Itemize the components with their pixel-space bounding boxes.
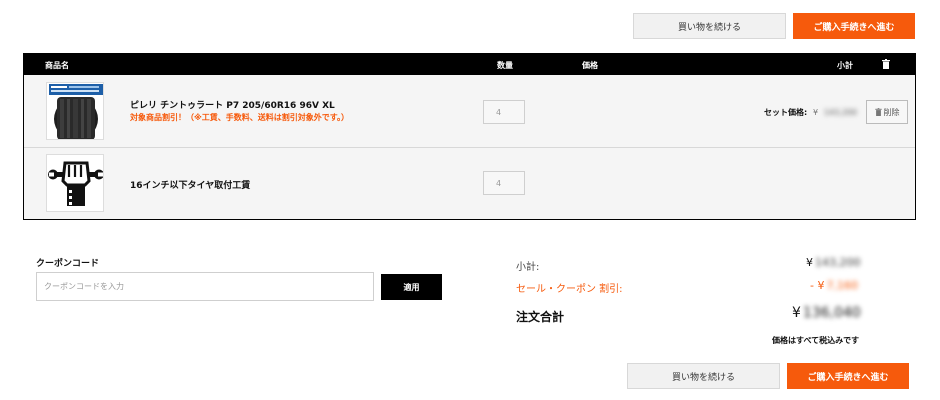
set-price-label: セット価格: <box>764 108 808 117</box>
discount-value: - ¥7,160 <box>810 279 858 292</box>
discount-amount: 7,160 <box>826 279 858 292</box>
cart-table-header: 商品名 数量 価格 小計 <box>24 54 915 75</box>
quantity-input[interactable]: 4 <box>483 100 525 124</box>
wrench-fist-icon <box>47 155 103 211</box>
discount-note: 対象商品割引！（※工賃、手数料、送料は割引対象外です。） <box>130 113 349 122</box>
subtotal-amount: 143,200 <box>815 256 861 269</box>
order-total-label: 注文合計 <box>516 310 565 324</box>
product-name[interactable]: ピレリ チントゥラート P7 205/60R16 96V XL <box>130 98 335 111</box>
delete-label: 削除 <box>883 107 900 117</box>
set-price: セット価格: ¥ 143,200 <box>764 107 857 118</box>
header-price: 価格 <box>582 61 598 70</box>
checkout-button-bottom[interactable]: ご購入手続きへ進む <box>787 363 909 389</box>
coupon-code-input[interactable] <box>36 272 374 301</box>
subtotal-label: 小計: <box>516 262 540 273</box>
continue-shopping-button-top[interactable]: 買い物を続ける <box>633 13 786 39</box>
product-name[interactable]: 16インチ以下タイヤ取付工賃 <box>130 178 250 191</box>
discount-label: セール・クーポン 割引: <box>516 284 623 295</box>
header-quantity: 数量 <box>497 61 513 70</box>
tire-product-image[interactable] <box>46 82 104 140</box>
tire-icon <box>47 83 103 139</box>
discount-currency: - ¥ <box>810 279 825 292</box>
total-currency: ¥ <box>792 305 801 321</box>
header-subtotal: 小計 <box>837 61 853 70</box>
apply-coupon-button[interactable]: 適用 <box>381 274 442 300</box>
trash-icon <box>882 59 890 69</box>
set-price-currency: ¥ <box>813 108 819 117</box>
delete-button[interactable]: 削除 <box>866 100 908 124</box>
cart-table: 商品名 数量 価格 小計 ピレリ チントゥラート P7 205/60R16 96… <box>23 53 916 220</box>
subtotal-currency: ¥ <box>806 256 813 269</box>
tax-included-note: 価格はすべて税込みです <box>772 336 860 345</box>
total-amount: 136,040 <box>802 305 861 321</box>
checkout-button-top[interactable]: ご購入手続きへ進む <box>793 13 915 39</box>
continue-shopping-button-bottom[interactable]: 買い物を続ける <box>627 363 780 389</box>
service-product-image[interactable] <box>46 154 104 212</box>
header-product: 商品名 <box>45 61 69 70</box>
subtotal-value: ¥143,200 <box>806 256 861 269</box>
table-row: 16インチ以下タイヤ取付工賃 4 <box>24 148 915 219</box>
trash-icon <box>874 108 882 116</box>
table-row: ピレリ チントゥラート P7 205/60R16 96V XL 対象商品割引！（… <box>24 75 915 148</box>
quantity-input[interactable]: 4 <box>483 171 525 195</box>
order-total-value: ¥136,040 <box>792 305 861 321</box>
coupon-title: クーポンコード <box>36 259 100 269</box>
set-price-value: 143,200 <box>823 108 857 117</box>
